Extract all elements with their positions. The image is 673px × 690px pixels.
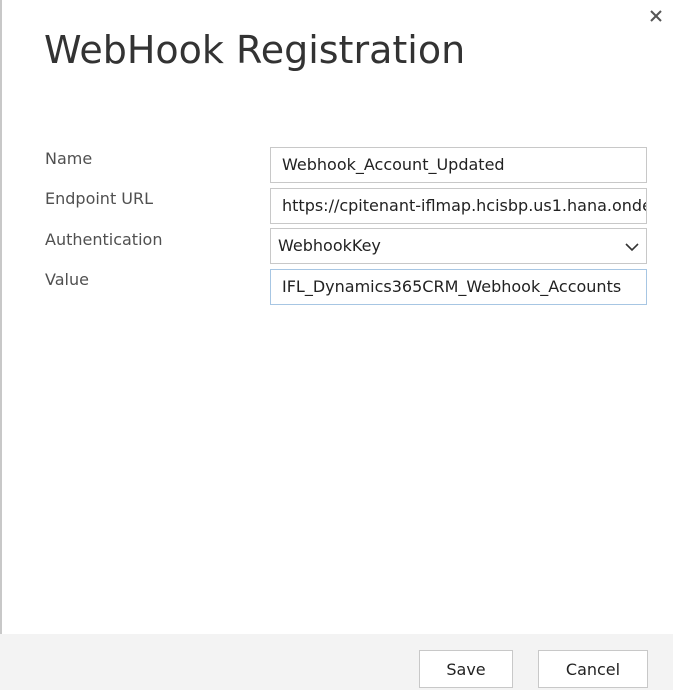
close-button[interactable]	[648, 8, 664, 24]
value-label: Value	[45, 270, 89, 289]
authentication-select[interactable]: WebhookKey	[270, 228, 647, 264]
value-field-value: IFL_Dynamics365CRM_Webhook_Accounts	[282, 277, 622, 296]
save-button[interactable]: Save	[419, 650, 513, 688]
endpoint-url-field[interactable]: https://cpitenant-iflmap.hcisbp.us1.hana…	[270, 188, 647, 224]
authentication-select-value: WebhookKey	[278, 236, 381, 255]
dialog-title: WebHook Registration	[44, 28, 466, 72]
webhook-registration-dialog: WebHook Registration Name Webhook_Accoun…	[0, 0, 673, 690]
name-label: Name	[45, 149, 93, 168]
cancel-button[interactable]: Cancel	[538, 650, 648, 688]
authentication-label: Authentication	[45, 230, 163, 249]
close-icon	[650, 10, 662, 22]
dialog-left-border	[0, 0, 2, 634]
endpoint-url-field-value: https://cpitenant-iflmap.hcisbp.us1.hana…	[282, 196, 647, 215]
name-field[interactable]: Webhook_Account_Updated	[270, 147, 647, 183]
value-field[interactable]: IFL_Dynamics365CRM_Webhook_Accounts	[270, 269, 647, 305]
endpoint-url-label: Endpoint URL	[45, 189, 154, 208]
dialog-footer: Save Cancel	[0, 634, 673, 690]
name-field-value: Webhook_Account_Updated	[282, 155, 505, 174]
chevron-down-icon	[625, 243, 639, 252]
